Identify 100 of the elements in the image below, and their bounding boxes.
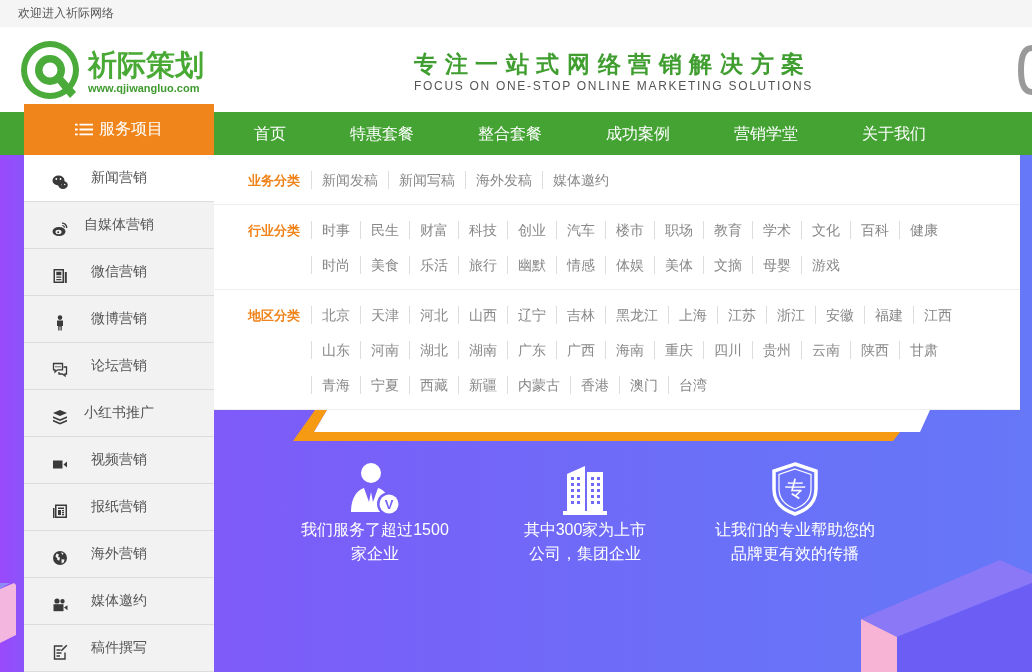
tag-link[interactable]: 辽宁: [507, 306, 556, 324]
tag-link[interactable]: 甘肃: [899, 341, 948, 359]
tag-link[interactable]: 吉林: [556, 306, 605, 324]
tag-link[interactable]: 广东: [507, 341, 556, 359]
tag-link[interactable]: 内蒙古: [507, 376, 570, 394]
tag-link[interactable]: 职场: [654, 221, 703, 239]
movie-camera-icon: [52, 597, 68, 613]
tag-link[interactable]: 科技: [458, 221, 507, 239]
slogan-text: 专注一站式网络营销解决方案: [414, 49, 812, 78]
tag-link[interactable]: 浙江: [766, 306, 815, 324]
nav-link[interactable]: 关于我们: [830, 112, 958, 155]
tag-link[interactable]: 创业: [507, 221, 556, 239]
tag-link[interactable]: 海南: [605, 341, 654, 359]
tag-link[interactable]: 媒体邀约: [542, 171, 619, 189]
sidebar-item[interactable]: 论坛营销: [24, 343, 214, 390]
feature-text: 我们服务了超过1500 家企业: [301, 520, 449, 564]
tag-link[interactable]: 澳门: [619, 376, 668, 394]
logo-name: 祈际策划: [88, 48, 204, 82]
nav-link[interactable]: 首页: [222, 112, 318, 155]
tag-link[interactable]: 汽车: [556, 221, 605, 239]
tag-link[interactable]: 海外发稿: [465, 171, 542, 189]
tag-link[interactable]: 山东: [311, 341, 360, 359]
feature-text: 其中300家为上市 公司，集团企业: [523, 520, 647, 564]
tag-link[interactable]: 时尚: [311, 256, 360, 274]
newspaper-icon: [52, 503, 68, 519]
tag-link[interactable]: 河北: [409, 306, 458, 324]
chat-icon: [52, 362, 68, 378]
tag-link[interactable]: 美体: [654, 256, 703, 274]
tag-link[interactable]: 时事: [311, 221, 360, 239]
tag-link[interactable]: 黑龙江: [605, 306, 668, 324]
tag-link[interactable]: 天津: [360, 306, 409, 324]
tag-link[interactable]: 四川: [703, 341, 752, 359]
tag-link[interactable]: 文化: [801, 221, 850, 239]
tag-link[interactable]: 安徽: [815, 306, 864, 324]
tag-link[interactable]: 西藏: [409, 376, 458, 394]
sidebar-item[interactable]: 新闻营销: [24, 155, 214, 202]
tag-link[interactable]: 民生: [360, 221, 409, 239]
sidebar-item[interactable]: 稿件撰写: [24, 625, 214, 672]
tag-link[interactable]: 贵州: [752, 341, 801, 359]
sidebar-item[interactable]: 微博营销: [24, 296, 214, 343]
nav-link[interactable]: 特惠套餐: [318, 112, 446, 155]
category-button[interactable]: 服务项目: [24, 104, 214, 155]
sidebar-item[interactable]: 媒体邀约: [24, 578, 214, 625]
tag-link[interactable]: 健康: [899, 221, 948, 239]
sidebar-item[interactable]: 微信营销: [24, 249, 214, 296]
tag-link[interactable]: 幽默: [507, 256, 556, 274]
edit-document-icon: [52, 644, 68, 660]
tag-link[interactable]: 广西: [556, 341, 605, 359]
feature-text: 让我们的专业帮助您的 品牌更有效的传播: [715, 520, 875, 564]
sidebar-item[interactable]: 报纸营销: [24, 484, 214, 531]
section-title: 业务分类: [247, 172, 301, 190]
tag-link[interactable]: 湖北: [409, 341, 458, 359]
tag-link[interactable]: 北京: [311, 306, 360, 324]
sidebar-item[interactable]: 自媒体营销: [24, 202, 214, 249]
tag-link[interactable]: 香港: [570, 376, 619, 394]
swirl-icon: [52, 221, 68, 237]
tag-link[interactable]: 情感: [556, 256, 605, 274]
slogan-subtitle: FOCUS ON ONE-STOP ONLINE MARKETING SOLUTIONS: [414, 77, 814, 94]
sidebar-item[interactable]: 小红书推广: [24, 390, 214, 437]
tag-link[interactable]: 新闻写稿: [388, 171, 465, 189]
tag-link[interactable]: 山西: [458, 306, 507, 324]
tag-link[interactable]: 财富: [409, 221, 458, 239]
tag-link[interactable]: 云南: [801, 341, 850, 359]
article-icon: [52, 268, 68, 284]
tag-link[interactable]: 福建: [864, 306, 913, 324]
logo-url: www.qjiwangluo.com: [88, 82, 201, 95]
tag-link[interactable]: 河南: [360, 341, 409, 359]
nav-link[interactable]: 营销学堂: [702, 112, 830, 155]
tag-link[interactable]: 宁夏: [360, 376, 409, 394]
globe-icon: [52, 550, 68, 566]
tag-link[interactable]: 台湾: [668, 376, 717, 394]
tag-link[interactable]: 青海: [311, 376, 360, 394]
tag-link[interactable]: 乐活: [409, 256, 458, 274]
tag-link[interactable]: 上海: [668, 306, 717, 324]
tag-link[interactable]: 楼市: [605, 221, 654, 239]
tag-link[interactable]: 重庆: [654, 341, 703, 359]
nav-link[interactable]: 整合套餐: [446, 112, 574, 155]
tag-link[interactable]: 百科: [850, 221, 899, 239]
tag-link[interactable]: 学术: [752, 221, 801, 239]
tag-link[interactable]: 新闻发稿: [311, 171, 388, 189]
sidebar-item[interactable]: 视频营销: [24, 437, 214, 484]
nav-link[interactable]: 成功案例: [574, 112, 702, 155]
shield-icon: 专: [771, 462, 819, 516]
tag-link[interactable]: 教育: [703, 221, 752, 239]
tag-link[interactable]: 体娱: [605, 256, 654, 274]
tag-link[interactable]: 江苏: [717, 306, 766, 324]
sidebar-item[interactable]: 海外营销: [24, 531, 214, 578]
logo-icon[interactable]: [20, 39, 80, 100]
tag-link[interactable]: 游戏: [801, 256, 850, 274]
tag-link[interactable]: 母婴: [752, 256, 801, 274]
tag-link[interactable]: 旅行: [458, 256, 507, 274]
chat-bubbles-icon: [52, 174, 68, 190]
tag-link[interactable]: 文摘: [703, 256, 752, 274]
tag-link[interactable]: 新疆: [458, 376, 507, 394]
section-title: 地区分类: [246, 307, 301, 325]
section-title: 行业分类: [247, 222, 301, 240]
tag-link[interactable]: 陕西: [850, 341, 899, 359]
tag-link[interactable]: 江西: [913, 306, 962, 324]
tag-link[interactable]: 美食: [360, 256, 409, 274]
tag-link[interactable]: 湖南: [458, 341, 507, 359]
